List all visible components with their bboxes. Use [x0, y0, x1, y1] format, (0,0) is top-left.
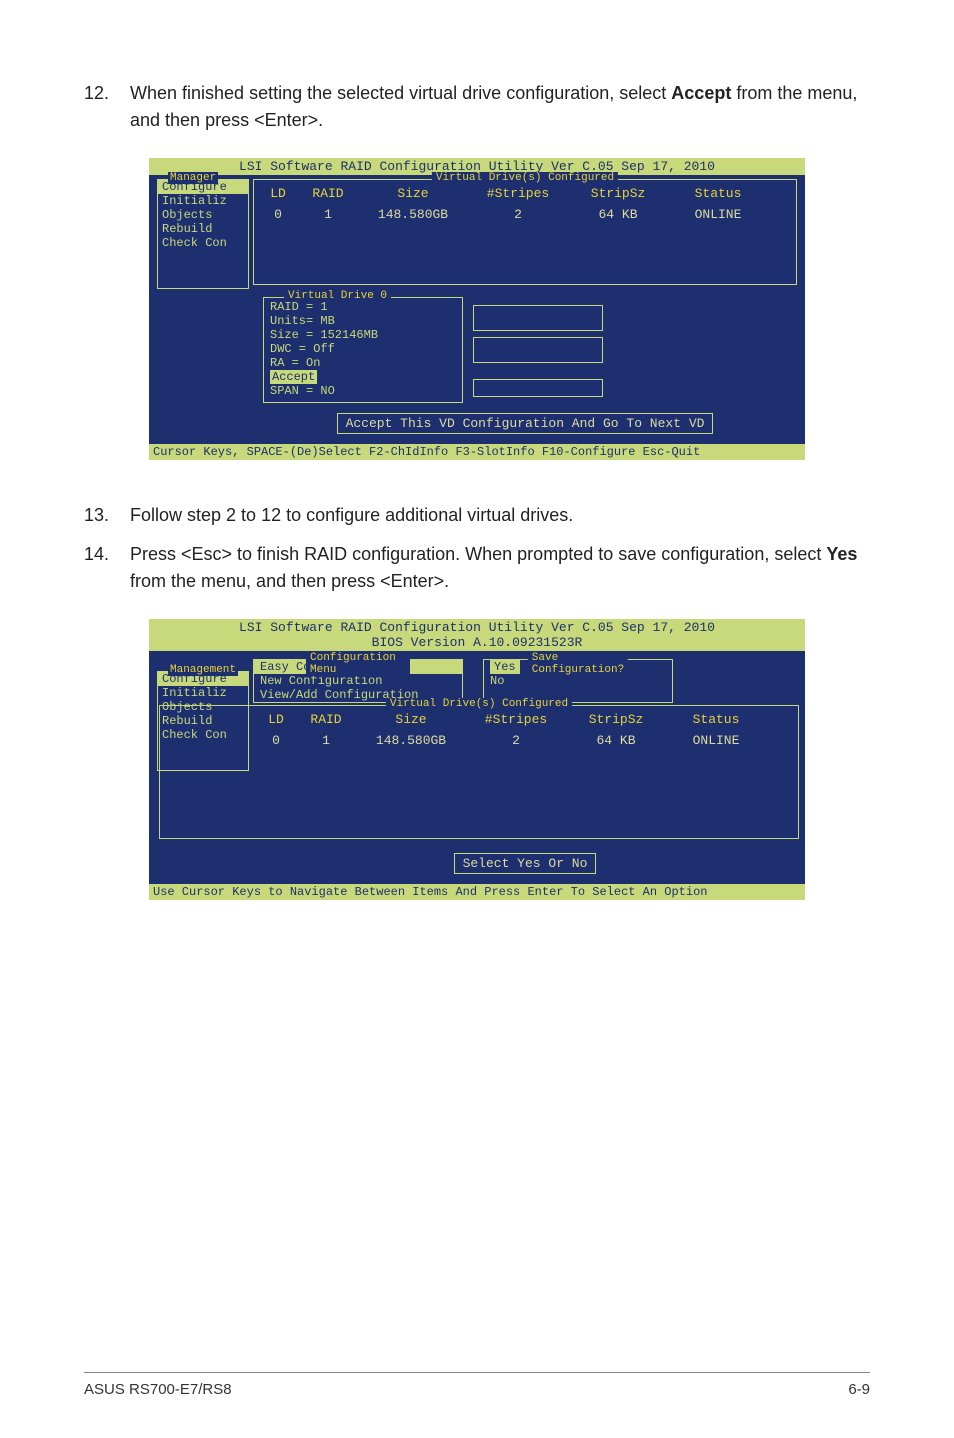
vd-line-size[interactable]: Size = 152146MB [270, 328, 378, 342]
bios-screenshot-2: LSI Software RAID Configuration Utility … [147, 617, 807, 902]
step12-bold: Accept [671, 83, 731, 103]
menu-item-objects[interactable]: Objects [158, 208, 248, 222]
hdr-stripes: #Stripes [468, 186, 568, 201]
conf-menu-legend: Configuration Menu [306, 652, 410, 676]
step12-before: When finished setting the selected virtu… [130, 83, 671, 103]
vd-line-accept[interactable]: Accept [270, 370, 317, 384]
hdr-stripsz: StripSz [566, 712, 666, 727]
step-text: Follow step 2 to 12 to configure additio… [130, 502, 870, 529]
vd-line-dwc[interactable]: DWC = Off [270, 342, 335, 356]
bios1-vd-box[interactable]: Virtual Drive 0 RAID = 1 Units= MB Size … [263, 297, 463, 403]
save-no[interactable]: No [484, 674, 510, 688]
cell-ld: 0 [258, 207, 298, 222]
hdr-status: Status [666, 712, 766, 727]
bios2-title: LSI Software RAID Configuration Utility … [149, 619, 805, 651]
bios2-headers: LD RAID Size #Stripes StripSz Status [166, 710, 792, 733]
slot-box [473, 305, 603, 331]
save-yes[interactable]: Yes [490, 660, 520, 674]
hdr-size: Size [356, 712, 466, 727]
cell-stripsz: 64 KB [566, 733, 666, 748]
step-number: 14. [84, 541, 130, 595]
menu-item-check[interactable]: Check Con [158, 236, 248, 250]
cell-stripes: 2 [468, 207, 568, 222]
hdr-ld: LD [258, 186, 298, 201]
cell-stripes: 2 [466, 733, 566, 748]
vd-line-units[interactable]: Units= MB [270, 314, 335, 328]
step-text: Press <Esc> to finish RAID configuration… [130, 541, 870, 595]
cell-status: ONLINE [668, 207, 768, 222]
cell-raid: 1 [298, 207, 358, 222]
hdr-raid: RAID [298, 186, 358, 201]
conf-new[interactable]: New Configuration [254, 674, 462, 688]
footer-left: ASUS RS700-E7/RS8 [84, 1381, 232, 1398]
vd-line-span[interactable]: SPAN = NO [270, 384, 335, 398]
bios2-data-row: 0 1 148.580GB 2 64 KB ONLINE [166, 733, 792, 748]
step-number: 12. [84, 80, 130, 134]
bios-screenshot-1: LSI Software RAID Configuration Utility … [147, 156, 807, 462]
step-text: When finished setting the selected virtu… [130, 80, 870, 134]
bios1-headers: LD RAID Size #Stripes StripSz Status [258, 184, 792, 207]
hdr-ld: LD [256, 712, 296, 727]
step-12: 12. When finished setting the selected v… [84, 80, 870, 134]
hdr-stripes: #Stripes [466, 712, 566, 727]
step-13: 13. Follow step 2 to 12 to configure add… [84, 502, 870, 529]
bios2-leftmenu-legend: Management [168, 664, 238, 676]
hdr-size: Size [358, 186, 468, 201]
slot-box [473, 337, 603, 363]
vd-line-ra[interactable]: RA = On [270, 356, 320, 370]
step14-bold: Yes [826, 544, 857, 564]
menu-item-initialize[interactable]: Initializ [158, 194, 248, 208]
hdr-status: Status [668, 186, 768, 201]
hdr-stripsz: StripSz [568, 186, 668, 201]
hdr-raid: RAID [296, 712, 356, 727]
cell-stripsz: 64 KB [568, 207, 668, 222]
step-number: 13. [84, 502, 130, 529]
bios2-action-button[interactable]: Select Yes Or No [454, 853, 597, 874]
page-footer: ASUS RS700-E7/RS8 6-9 [84, 1372, 870, 1398]
bios1-action-button[interactable]: Accept This VD Configuration And Go To N… [337, 413, 714, 434]
menu-item-rebuild[interactable]: Rebuild [158, 222, 248, 236]
bios2-vdconf-legend: Virtual Drive(s) Configured [386, 698, 572, 710]
bios1-leftmenu-legend: Manager [168, 172, 218, 184]
vd-line-raid[interactable]: RAID = 1 [270, 300, 328, 314]
cell-size: 148.580GB [356, 733, 466, 748]
cell-status: ONLINE [666, 733, 766, 748]
bios1-boxtitle: Virtual Drive(s) Configured [432, 172, 618, 184]
cell-ld: 0 [256, 733, 296, 748]
step14-after: from the menu, and then press <Enter>. [130, 571, 449, 591]
vd0-legend: Virtual Drive 0 [284, 290, 391, 302]
bios1-vd-table: Virtual Drive(s) Configured LD RAID Size… [253, 179, 797, 285]
cell-raid: 1 [296, 733, 356, 748]
bios2-footer: Use Cursor Keys to Navigate Between Item… [149, 884, 805, 900]
bios1-data-row: 0 1 148.580GB 2 64 KB ONLINE [258, 207, 792, 222]
save-legend: Save Configuration? [528, 652, 628, 676]
bios2-title-line1: LSI Software RAID Configuration Utility … [239, 620, 715, 635]
cell-size: 148.580GB [358, 207, 468, 222]
menu-item-initialize[interactable]: Initializ [158, 686, 248, 700]
step14-before: Press <Esc> to finish RAID configuration… [130, 544, 826, 564]
bios1-left-menu[interactable]: Manager Configure Initializ Objects Rebu… [157, 179, 249, 289]
bios1-footer: Cursor Keys, SPACE-(De)Select F2-ChIdInf… [149, 444, 805, 460]
bios2-vd-conf: Virtual Drive(s) Configured LD RAID Size… [159, 705, 799, 839]
bios2-subtitle: BIOS Version A.10.09231523R [372, 635, 583, 650]
configuration-menu[interactable]: Configuration Menu Easy Configuration Ne… [253, 659, 463, 703]
slot-box [473, 379, 603, 397]
save-configuration-dialog[interactable]: Save Configuration? Yes No [483, 659, 673, 703]
step-14: 14. Press <Esc> to finish RAID configura… [84, 541, 870, 595]
footer-right: 6-9 [848, 1381, 870, 1398]
